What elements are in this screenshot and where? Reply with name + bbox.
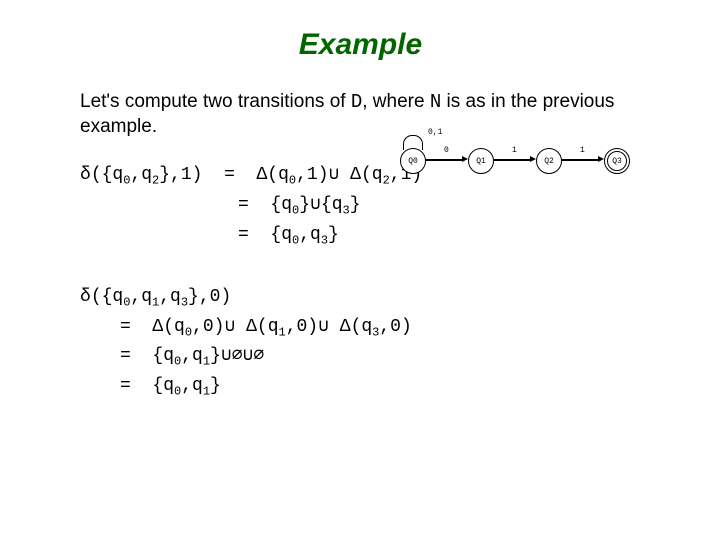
eq2-DC: Δ(q xyxy=(340,317,372,337)
eq1-delta: δ xyxy=(80,165,91,185)
eq2-r3s1: 1 xyxy=(203,385,210,399)
eq2-delta: δ xyxy=(80,287,91,307)
eq2-cup3: ∪ xyxy=(221,346,232,366)
state-q0: Q0 xyxy=(400,148,426,174)
eq1-r2o: {q xyxy=(270,195,292,215)
eq2-row0: δ({q0,q1,q3},0) xyxy=(80,283,641,313)
edge-q2-q3-label: 1 xyxy=(580,146,585,155)
eq1-open: ({q xyxy=(91,165,123,185)
eq1-row2: = {q0}∪{q3} xyxy=(80,191,641,221)
eq1-b2: 2 xyxy=(383,174,390,188)
eq1-aEnd: ,1) xyxy=(296,165,328,185)
eq1-close: },1) xyxy=(159,165,202,185)
eq1-r3o: {q xyxy=(270,225,292,245)
eq2-b1: 1 xyxy=(279,325,286,339)
state-q1-label: Q1 xyxy=(476,157,486,166)
eq1-eq1: = xyxy=(224,165,235,185)
intro-mid: , where xyxy=(362,91,430,112)
edge-q0-q1-label: 0 xyxy=(444,146,449,155)
state-q3-label: Q3 xyxy=(612,157,622,166)
intro-prefix: Let's compute two transitions of xyxy=(80,91,351,112)
eq2-eq2: = xyxy=(120,346,131,366)
eq1-r3m: ,q xyxy=(299,225,321,245)
state-q0-label: Q0 xyxy=(408,157,418,166)
eq1-mid: ,q xyxy=(130,165,152,185)
eq2-s3: 3 xyxy=(181,295,188,309)
state-q3: Q3 xyxy=(604,148,630,174)
eq2-r2s1: 1 xyxy=(203,355,210,369)
edge-q2-q3-line xyxy=(562,159,600,161)
edge-q1-q2-label: 1 xyxy=(512,146,517,155)
eq2-cup4: ∪ xyxy=(243,346,254,366)
slide: Example Let's compute two transitions of… xyxy=(0,0,721,541)
eq2-eq1: = xyxy=(120,317,131,337)
eq1-r2o2: {q xyxy=(321,195,343,215)
eq2-empty1: ∅ xyxy=(232,346,243,366)
slide-title: Example xyxy=(80,28,641,62)
eq2-r2o: {q xyxy=(152,346,174,366)
eq2-m2: ,q xyxy=(159,287,181,307)
eq2-aEnd: ,0) xyxy=(192,317,224,337)
eq1-eq2: = xyxy=(238,195,249,215)
eq2-cup2: ∪ xyxy=(318,317,329,337)
eq2-r2c: } xyxy=(210,346,221,366)
state-q2: Q2 xyxy=(536,148,562,174)
state-q1: Q1 xyxy=(468,148,494,174)
eq1-eq3: = xyxy=(238,225,249,245)
eq2-r2m: ,q xyxy=(181,346,203,366)
eq1-cup1: ∪ xyxy=(329,165,340,185)
eq2-close: },0) xyxy=(188,287,231,307)
intro-D: D xyxy=(351,91,362,113)
eq2-r3o: {q xyxy=(152,376,174,396)
eq1-r2c2: } xyxy=(350,195,361,215)
eq2-m1: ,q xyxy=(130,287,152,307)
eq1-row3: = {q0,q3} xyxy=(80,221,641,251)
eq2-eq3: = xyxy=(120,376,131,396)
eq2-open: ({q xyxy=(91,287,123,307)
eq1-r2c: } xyxy=(299,195,310,215)
eq2-a0: 0 xyxy=(185,325,192,339)
eq2-cEnd: ,0) xyxy=(379,317,411,337)
eq1-a0: 0 xyxy=(289,174,296,188)
eq2-DA: Δ(q xyxy=(152,317,184,337)
loop-label: 0,1 xyxy=(428,128,442,137)
intro-text: Let's compute two transitions of D, wher… xyxy=(80,90,641,139)
eq1-r3s3: 3 xyxy=(321,234,328,248)
edge-q0-q1-line xyxy=(426,159,464,161)
eq2-bEnd: ,0) xyxy=(286,317,318,337)
eq2-cup1: ∪ xyxy=(224,317,235,337)
eq1-DB: Δ(q xyxy=(350,165,382,185)
state-q2-label: Q2 xyxy=(544,157,554,166)
eq1-r3c: } xyxy=(328,225,339,245)
eq2-r3c: } xyxy=(210,376,221,396)
eq2-empty2: ∅ xyxy=(253,346,264,366)
eq1-cup2: ∪ xyxy=(310,195,321,215)
eq2-row3: = {q0,q1} xyxy=(80,372,641,402)
edge-q1-q2-line xyxy=(494,159,532,161)
intro-N: N xyxy=(430,91,441,113)
eq2-row2: = {q0,q1}∪∅∪∅ xyxy=(80,342,641,372)
eq2-DB: Δ(q xyxy=(246,317,278,337)
equation-block-2: δ({q0,q1,q3},0) = Δ(q0,0)∪ Δ(q1,0)∪ Δ(q3… xyxy=(80,283,641,402)
eq2-row1: = Δ(q0,0)∪ Δ(q1,0)∪ Δ(q3,0) xyxy=(80,313,641,343)
eq2-r3m: ,q xyxy=(181,376,203,396)
eq1-r2s3: 3 xyxy=(343,204,350,218)
eq1-DA: Δ(q xyxy=(256,165,288,185)
automaton-diagram: 0,1 Q0 0 Q1 1 Q2 1 Q3 xyxy=(400,140,700,190)
